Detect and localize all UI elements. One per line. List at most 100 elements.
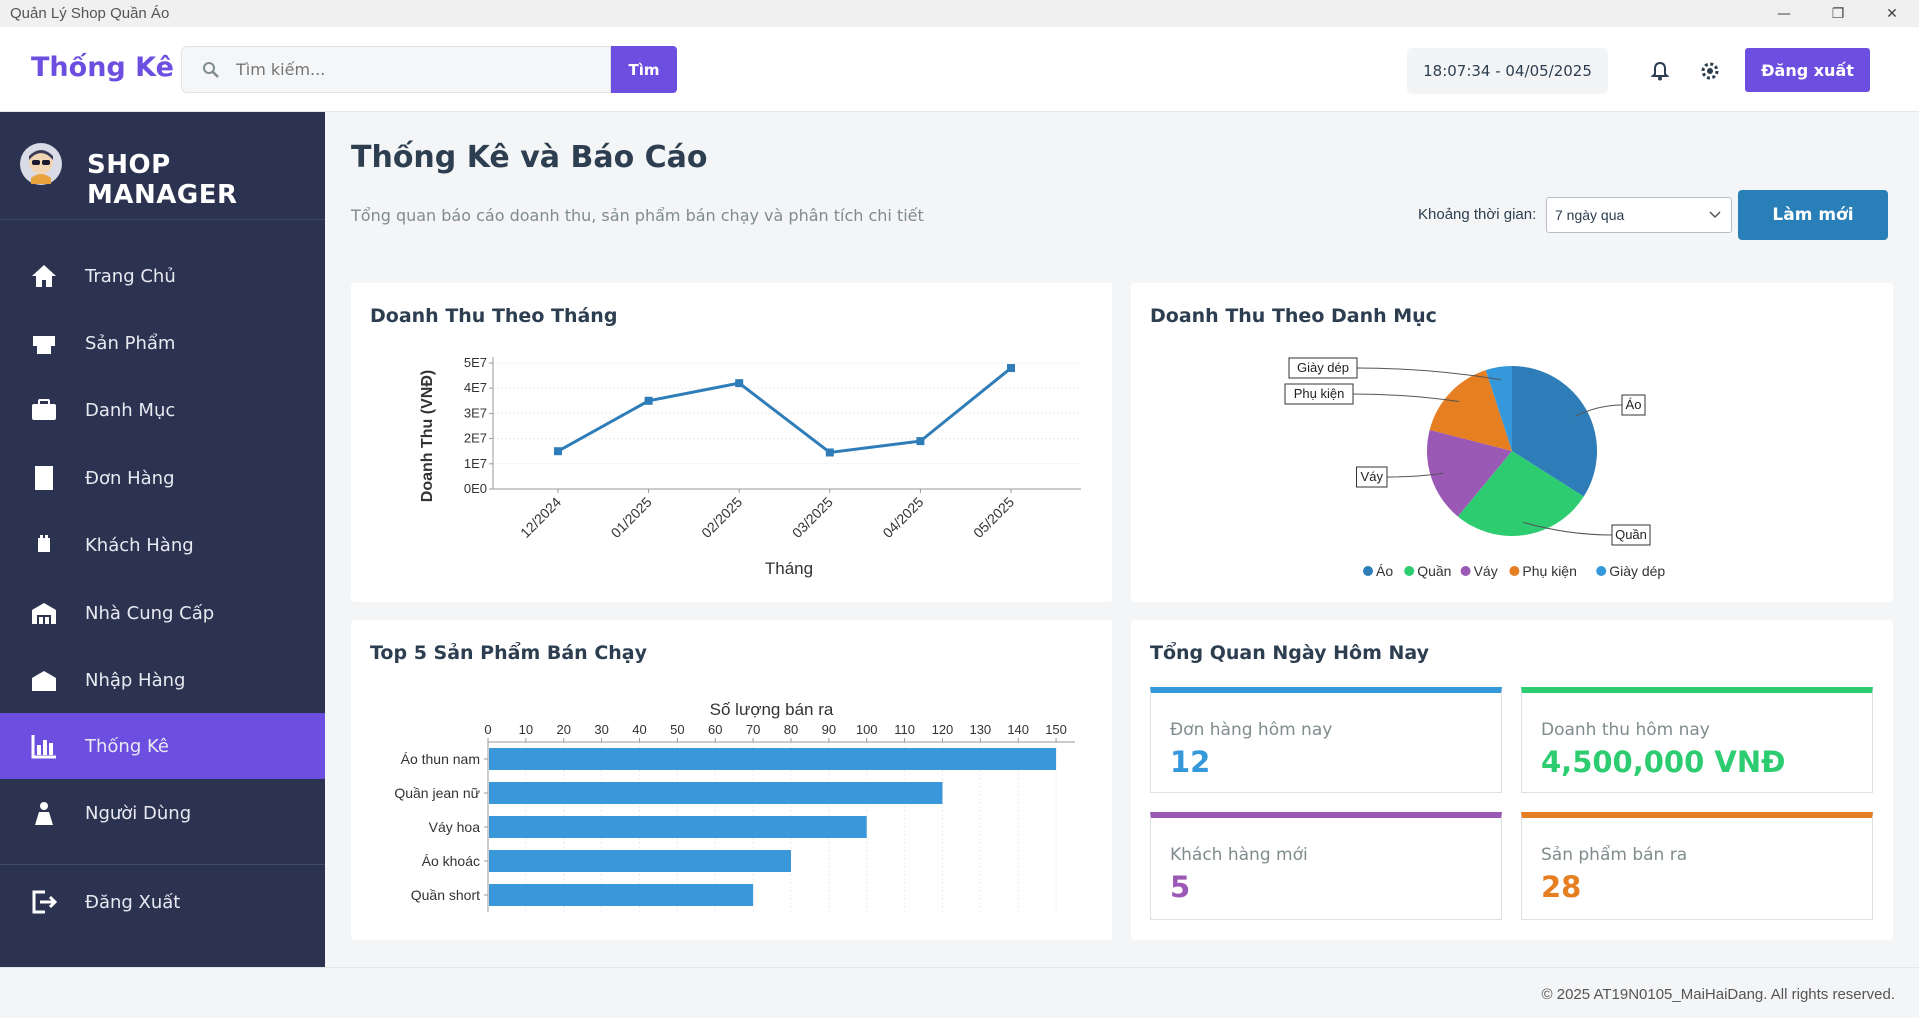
data-point xyxy=(554,447,562,456)
period-label: Khoảng thời gian: xyxy=(1418,206,1537,223)
stat-label: Sản phẩm bán ra xyxy=(1541,845,1688,865)
stat-value: 12 xyxy=(1170,745,1211,779)
y-tick-label: 2E7 xyxy=(464,431,487,446)
sidebar-item-dang-xuat[interactable]: Đăng Xuất xyxy=(0,869,325,935)
x-tick-label: 60 xyxy=(708,722,722,737)
settings-icon[interactable] xyxy=(1699,60,1721,82)
clock-display: 18:07:34 - 04/05/2025 xyxy=(1407,48,1608,94)
stat-new-customers: Khách hàng mới 5 xyxy=(1150,812,1502,920)
y-tick-label: 4E7 xyxy=(464,380,487,395)
restore-button[interactable]: ❐ xyxy=(1811,0,1865,27)
copyright-text: © 2025 AT19N0105_MaiHaiDang. All rights … xyxy=(1541,986,1895,1003)
data-point xyxy=(644,396,653,405)
x-axis-label: Tháng xyxy=(765,559,813,578)
sidebar-item-label: Danh Mục xyxy=(85,399,176,421)
y-tick-label: 3E7 xyxy=(464,405,487,420)
x-tick-label: 80 xyxy=(784,722,798,737)
brand-name: SHOP MANAGER xyxy=(87,150,238,210)
sidebar-item-label: Trang Chủ xyxy=(85,265,176,287)
x-tick-label: 03/2025 xyxy=(789,494,836,541)
bar xyxy=(489,782,943,804)
period-select[interactable]: 7 ngày qua xyxy=(1546,197,1732,233)
search-box[interactable] xyxy=(181,46,611,93)
sidebar-item-label: Đơn Hàng xyxy=(85,467,175,489)
sidebar-item-label: Khách Hàng xyxy=(85,534,194,556)
revenue-series-line xyxy=(557,366,1012,455)
sidebar-item-trang-chu[interactable]: Trang Chủ xyxy=(0,243,325,309)
y-tick-label: Áo khoác xyxy=(422,853,480,869)
x-tick-label: 30 xyxy=(594,722,608,737)
stat-products-sold: Sản phẩm bán ra 28 xyxy=(1521,812,1873,920)
brand: SHOP MANAGER xyxy=(0,112,325,220)
card-title: Tổng Quan Ngày Hôm Nay xyxy=(1150,642,1430,664)
sidebar-item-label: Nhà Cung Cấp xyxy=(85,602,215,624)
x-tick-label: 40 xyxy=(632,722,646,737)
stat-value: 28 xyxy=(1541,870,1582,904)
search-icon xyxy=(203,61,219,78)
x-tick-label: 90 xyxy=(822,722,836,737)
refresh-button[interactable]: Làm mới xyxy=(1738,190,1888,240)
chevron-down-icon xyxy=(1709,211,1721,219)
y-tick-label: Quần jean nữ xyxy=(394,785,480,801)
home-icon xyxy=(32,265,56,287)
y-tick-label: 5E7 xyxy=(464,355,487,370)
window-titlebar: Quản Lý Shop Quần Áo — ❐ ✕ xyxy=(0,0,1919,27)
slice-label: Áo xyxy=(1626,397,1642,412)
page-subtitle: Tổng quan báo cáo doanh thu, sản phẩm bá… xyxy=(351,206,924,225)
sidebar-item-danh-muc[interactable]: Danh Mục xyxy=(0,377,325,443)
slice-label: Quần xyxy=(1615,527,1647,542)
legend-label: Giày dép xyxy=(1609,563,1665,579)
search-button[interactable]: Tìm xyxy=(611,46,677,93)
page-label: Thống Kê xyxy=(31,52,174,83)
slice-label: Giày dép xyxy=(1297,360,1349,375)
data-point xyxy=(1007,364,1015,373)
footer: © 2025 AT19N0105_MaiHaiDang. All rights … xyxy=(0,967,1919,1018)
sidebar-item-label: Người Dùng xyxy=(85,802,192,824)
x-tick-label: 10 xyxy=(519,722,533,737)
bar xyxy=(489,816,867,838)
sidebar-item-label: Sản Phẩm xyxy=(85,332,176,354)
category-revenue-card: Doanh Thu Theo Danh Mục Áo Quần Váy Phụ kiệ… xyxy=(1131,283,1893,602)
x-tick-label: 01/2025 xyxy=(608,494,655,541)
legend-marker xyxy=(1509,566,1520,576)
sidebar-item-san-pham[interactable]: Sản Phẩm xyxy=(0,310,325,376)
sidebar-item-khach-hang[interactable]: Khách Hàng xyxy=(0,512,325,578)
legend-marker xyxy=(1596,566,1607,576)
data-point xyxy=(735,379,744,388)
data-point xyxy=(916,437,925,446)
sidebar-item-don-hang[interactable]: Đơn Hàng xyxy=(0,445,325,511)
logout-button[interactable]: Đăng xuất xyxy=(1745,48,1870,92)
data-point xyxy=(825,448,834,457)
y-tick-label: Váy hoa xyxy=(429,819,481,835)
y-tick-label: 1E7 xyxy=(464,456,487,471)
slice-label: Phụ kiện xyxy=(1294,386,1345,401)
folder-icon xyxy=(32,399,56,420)
minimize-button[interactable]: — xyxy=(1757,0,1811,27)
x-tick-label: 120 xyxy=(932,722,954,737)
y-axis-label: Doanh Thu (VNĐ) xyxy=(419,370,436,502)
receipt-icon xyxy=(35,466,53,490)
stat-value: 4,500,000 VNĐ xyxy=(1541,745,1786,779)
x-tick-label: 110 xyxy=(894,722,915,737)
x-tick-label: 100 xyxy=(856,722,878,737)
sidebar-item-nha-cung-cap[interactable]: Nhà Cung Cấp xyxy=(0,580,325,646)
legend-marker xyxy=(1404,566,1415,576)
bell-icon[interactable] xyxy=(1649,60,1671,82)
sidebar-item-nhap-hang[interactable]: Nhập Hàng xyxy=(0,647,325,713)
legend-label: Váy xyxy=(1474,563,1498,579)
x-axis-label: Số lượng bán ra xyxy=(710,700,834,719)
sidebar-item-label: Đăng Xuất xyxy=(85,891,181,913)
stat-label: Doanh thu hôm nay xyxy=(1541,720,1710,740)
sidebar-item-nguoi-dung[interactable]: Người Dùng xyxy=(0,780,325,846)
bar xyxy=(489,884,754,906)
x-tick-label: 02/2025 xyxy=(698,494,745,541)
close-button[interactable]: ✕ xyxy=(1865,0,1919,27)
x-tick-label: 140 xyxy=(1007,722,1029,737)
x-tick-label: 130 xyxy=(969,722,991,737)
shirt-icon xyxy=(33,336,55,354)
user-icon xyxy=(35,802,53,825)
x-tick-label: 0 xyxy=(484,722,491,737)
sidebar-item-thong-ke[interactable]: Thống Kê xyxy=(0,713,325,779)
bar-chart-icon xyxy=(31,735,56,759)
search-input[interactable] xyxy=(236,60,596,79)
